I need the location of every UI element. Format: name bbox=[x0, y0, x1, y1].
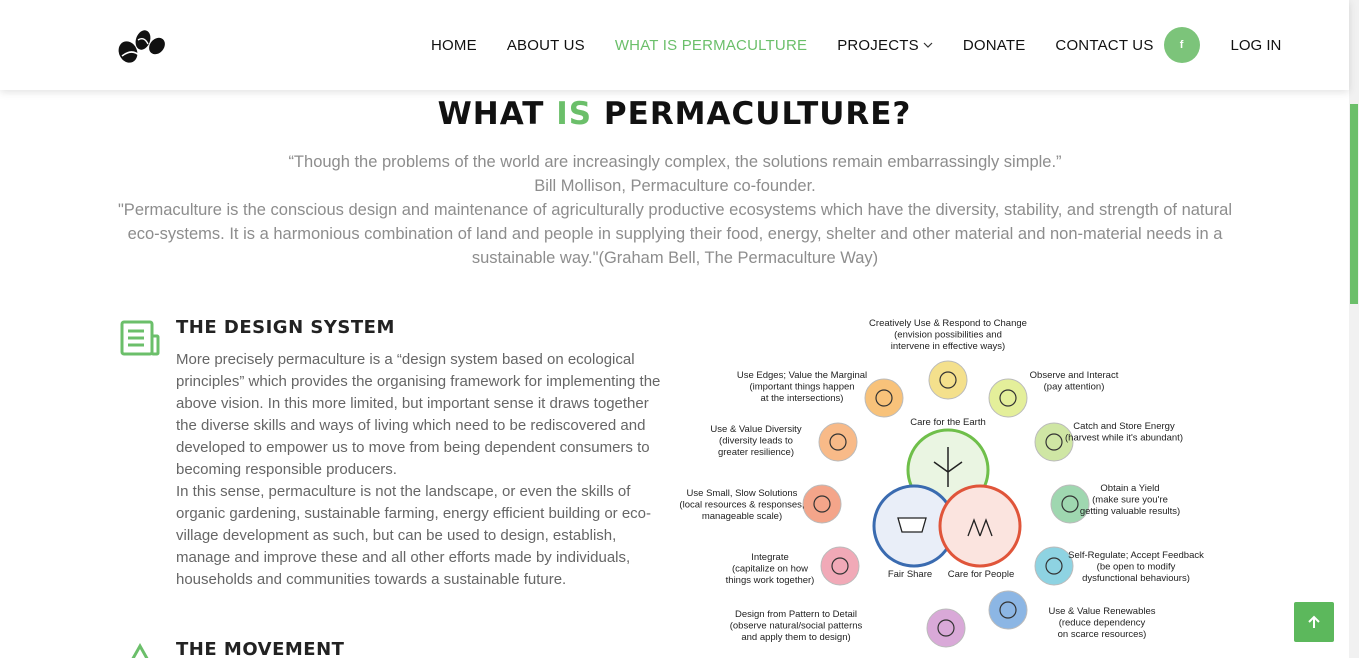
nav-donate[interactable]: DONATE bbox=[963, 37, 1026, 54]
nav-projects[interactable]: PROJECTS bbox=[837, 37, 933, 54]
principle-label: Self-Regulate; Accept Feedback bbox=[1068, 550, 1204, 561]
principle-label: greater resilience) bbox=[718, 447, 794, 458]
design-system-text: More precisely permaculture is a “design… bbox=[176, 349, 661, 591]
fair-share-hands-icon bbox=[897, 517, 927, 533]
care-for-people-label: Care for People bbox=[948, 569, 1015, 580]
principle-label: and apply them to design) bbox=[741, 632, 850, 643]
principle-icon bbox=[1050, 484, 1090, 524]
nav-what-is-permaculture[interactable]: WHAT IS PERMACULTURE bbox=[615, 37, 807, 54]
arrow-up-icon bbox=[1308, 615, 1320, 628]
principle-label: (be open to modify bbox=[1097, 562, 1176, 573]
principle-label: Design from Pattern to Detail bbox=[735, 609, 857, 620]
document-icon bbox=[120, 320, 160, 356]
nav-about-us[interactable]: ABOUT US bbox=[507, 37, 585, 54]
scrollbar-thumb[interactable] bbox=[1350, 104, 1358, 304]
design-system-para-1: More precisely permaculture is a “design… bbox=[176, 351, 661, 478]
intro-quote: “Though the problems of the world are in… bbox=[110, 150, 1240, 270]
principle-icon bbox=[802, 484, 842, 524]
principle-label: (pay attention) bbox=[1044, 382, 1105, 393]
principle-label: Catch and Store Energy bbox=[1073, 421, 1175, 432]
principle-label: Observe and Interact bbox=[1030, 370, 1119, 381]
back-to-top-button[interactable] bbox=[1294, 602, 1334, 642]
chevron-down-icon bbox=[923, 42, 933, 48]
principle-label: at the intersections) bbox=[761, 393, 844, 404]
principle-label: Obtain a Yield bbox=[1100, 483, 1159, 494]
principle-icon bbox=[928, 360, 968, 400]
permaculture-principles-diagram: Care for the Earth Fair Share Care for P… bbox=[679, 318, 1204, 648]
principle-label: (important things happen bbox=[749, 382, 854, 393]
nav-home[interactable]: HOME bbox=[431, 37, 477, 54]
quote-bell: "Permaculture is the conscious design an… bbox=[117, 201, 1233, 267]
principle-label: manageable scale) bbox=[702, 511, 782, 522]
tent-icon bbox=[131, 642, 149, 658]
nav-contact-us[interactable]: CONTACT US bbox=[1055, 37, 1153, 54]
principle-label: intervene in effective ways) bbox=[891, 341, 1005, 352]
principle-label: (capitalize on how bbox=[732, 564, 808, 575]
facebook-icon[interactable]: f bbox=[1163, 27, 1200, 63]
principle-label: (local resources & responses, bbox=[679, 500, 804, 511]
page-title: WHAT IS PERMACULTURE? bbox=[0, 96, 1349, 132]
principle-label: (observe natural/social patterns bbox=[730, 621, 863, 632]
care-for-people-ring bbox=[938, 484, 1022, 568]
principle-label: (reduce dependency bbox=[1059, 618, 1146, 629]
main-nav: HOME ABOUT US WHAT IS PERMACULTURE PROJE… bbox=[431, 0, 1281, 90]
principle-label: Use & Value Diversity bbox=[710, 424, 801, 435]
principle-label: dysfunctional behaviours) bbox=[1082, 573, 1190, 584]
principle-label: on scarce resources) bbox=[1058, 629, 1147, 640]
principle-label: Creatively Use & Respond to Change bbox=[869, 318, 1027, 329]
fair-share-label: Fair Share bbox=[888, 569, 932, 580]
principle-icon bbox=[864, 378, 904, 418]
principle-icon bbox=[988, 378, 1028, 418]
title-highlight: IS bbox=[556, 96, 593, 132]
principle-label: Integrate bbox=[751, 552, 789, 563]
principle-label: (make sure you're bbox=[1092, 495, 1168, 506]
title-part-1: WHAT bbox=[437, 96, 557, 132]
logo-icon[interactable] bbox=[116, 26, 168, 64]
principle-icon bbox=[820, 546, 860, 586]
care-for-earth-label: Care for the Earth bbox=[910, 417, 986, 428]
login-link[interactable]: LOG IN bbox=[1231, 37, 1282, 54]
principle-label: things work together) bbox=[726, 575, 815, 586]
principle-label: Use & Value Renewables bbox=[1048, 606, 1155, 617]
scrollbar[interactable] bbox=[1349, 0, 1359, 658]
quote-mollison: “Though the problems of the world are in… bbox=[288, 153, 1062, 171]
design-system-title: THE DESIGN SYSTEM bbox=[176, 317, 395, 338]
principle-label: (harvest while it's abundant) bbox=[1065, 433, 1183, 444]
design-system-para-2: In this sense, permaculture is not the l… bbox=[176, 483, 652, 588]
quote-attribution: Bill Mollison, Permaculture co-founder. bbox=[534, 177, 816, 195]
movement-title: THE MOVEMENT bbox=[176, 639, 345, 658]
principle-icon bbox=[818, 422, 858, 462]
principle-label: Use Edges; Value the Marginal bbox=[737, 370, 867, 381]
principle-label: Use Small, Slow Solutions bbox=[687, 488, 798, 499]
principle-icon bbox=[926, 608, 966, 648]
site-header: HOME ABOUT US WHAT IS PERMACULTURE PROJE… bbox=[0, 0, 1349, 90]
principle-label: (envision possibilities and bbox=[894, 330, 1002, 341]
title-part-2: PERMACULTURE? bbox=[592, 96, 912, 132]
principle-icon bbox=[988, 590, 1028, 630]
nav-projects-label: PROJECTS bbox=[837, 36, 919, 54]
principle-label: getting valuable results) bbox=[1080, 506, 1180, 517]
principle-label: (diversity leads to bbox=[719, 436, 793, 447]
